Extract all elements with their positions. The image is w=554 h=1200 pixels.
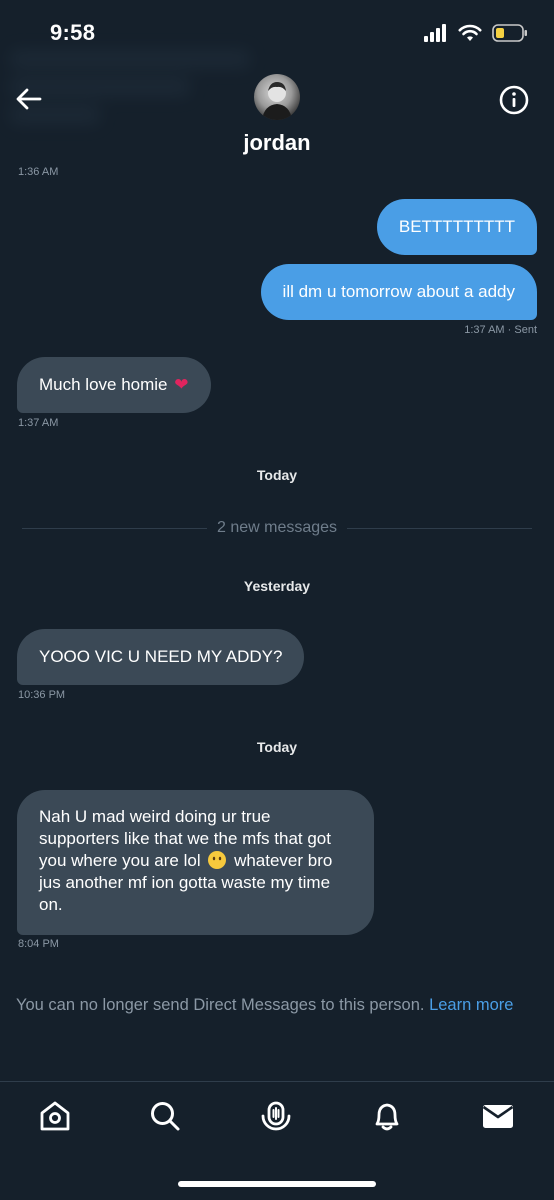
message-timestamp: 8:04 PM (18, 938, 59, 950)
battery-icon (492, 24, 527, 42)
day-label: Today (256, 467, 298, 483)
contact-name[interactable]: jordan (0, 130, 554, 156)
message-text: ill dm u tomorrow about a addy (282, 282, 515, 301)
message-line: whatever bro (234, 851, 333, 870)
day-label: Yesterday (243, 578, 311, 594)
message-bubble-incoming[interactable]: Nah U mad weird doing ur true supporters… (17, 790, 374, 935)
message-sent-status: 1:37 AM · Sent (464, 324, 537, 336)
avatar[interactable] (254, 74, 300, 120)
message-timestamp: 1:37 AM (18, 417, 59, 429)
message-bubble-outgoing[interactable]: ill dm u tomorrow about a addy (260, 264, 537, 320)
heart-emoji: ❤ (174, 375, 189, 394)
message-line: Nah U mad weird doing ur true (39, 807, 271, 826)
divider-line (22, 527, 207, 529)
message-timestamp: 10:36 PM (18, 689, 66, 701)
status-icons (424, 24, 528, 42)
dm-disabled-notice: You can no longer send Direct Messages t… (16, 996, 513, 1015)
learn-more-link[interactable]: Learn more (429, 996, 513, 1014)
conversation-header: jordan (0, 70, 554, 170)
message-line-emoji-row: you where you are lol whatever bro (39, 850, 352, 872)
message-text: BETTTTTTTTT (398, 217, 515, 236)
messages-icon[interactable] (480, 1098, 516, 1134)
back-arrow-icon[interactable] (14, 84, 44, 114)
face-with-no-mouth-icon (208, 851, 227, 869)
message-timestamp: 1:36 AM (18, 166, 59, 178)
message-line: jus another mf ion gotta waste my time (39, 873, 331, 892)
divider-line (347, 527, 532, 529)
message-line: on. (39, 895, 63, 914)
message-line: you where you are lol (39, 851, 201, 870)
message-bubble-incoming[interactable]: YOOO VIC U NEED MY ADDY? (17, 629, 305, 685)
message-line: supporters like that we the mfs that got (39, 829, 331, 848)
message-text: Much love homie (39, 375, 168, 394)
wifi-icon (458, 24, 482, 41)
message-text: YOOO VIC U NEED MY ADDY? (39, 647, 283, 666)
home-icon[interactable] (37, 1098, 73, 1134)
notifications-icon[interactable] (369, 1098, 405, 1134)
spaces-icon[interactable] (258, 1098, 294, 1134)
signal-icon (424, 24, 446, 42)
info-icon[interactable] (498, 84, 530, 116)
avatar-image (262, 82, 292, 120)
notice-text: You can no longer send Direct Messages t… (16, 996, 425, 1014)
search-icon[interactable] (147, 1098, 183, 1134)
message-bubble-outgoing[interactable]: BETTTTTTTTT (376, 199, 537, 255)
day-label: Today (256, 739, 298, 755)
new-messages-divider: 2 new messages (22, 517, 532, 539)
new-messages-label: 2 new messages (216, 519, 338, 536)
home-indicator[interactable] (178, 1181, 376, 1187)
message-bubble-incoming[interactable]: Much love homie ❤ (17, 357, 211, 413)
